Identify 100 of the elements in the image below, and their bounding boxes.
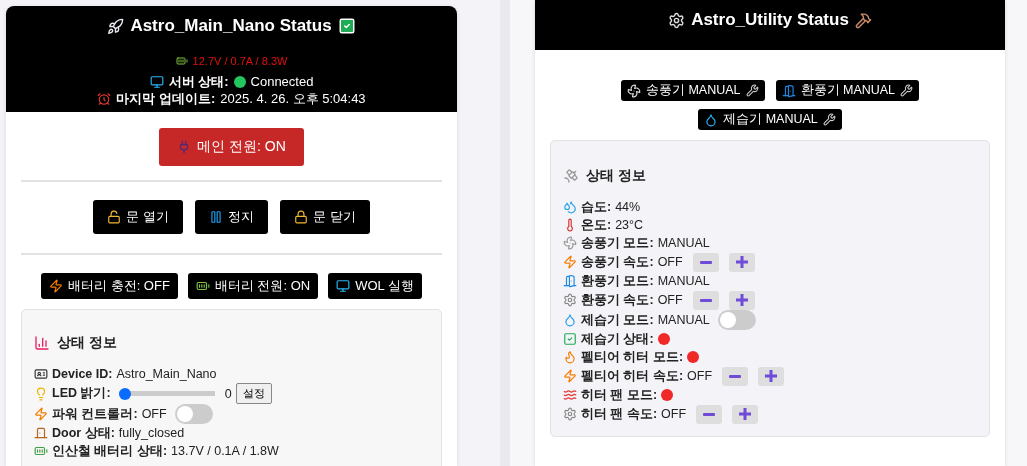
gear-icon — [668, 11, 686, 29]
rocket-icon — [107, 17, 125, 35]
alarm-clock-icon — [97, 91, 112, 106]
panel-heading: 상태 정보 — [586, 167, 646, 185]
door-icon — [34, 426, 48, 440]
power-reading: 12.7V / 0.7A / 8.3W — [192, 55, 288, 67]
power-button[interactable]: WOL 실행 — [328, 273, 422, 299]
monitor-icon — [336, 279, 351, 293]
fan-icon — [563, 236, 577, 250]
gear-icon — [563, 407, 577, 421]
lock-icon — [294, 210, 308, 224]
wrench-icon — [745, 84, 759, 97]
row-label: 펠티어 히터 모드: — [581, 348, 684, 366]
row-value: 44% — [615, 200, 641, 214]
row-value: fully_closed — [118, 426, 185, 440]
row-value: OFF — [657, 255, 683, 269]
decrease-button[interactable] — [692, 252, 719, 272]
wrench-icon — [822, 113, 836, 126]
door-button[interactable]: 문 열기 — [93, 200, 183, 234]
card-title: Astro_Main_Nano Status — [130, 16, 332, 36]
row-label: 제습기 모드: — [581, 311, 654, 329]
row-value: Astro_Main_Nano — [116, 367, 217, 381]
row-value: OFF — [687, 369, 713, 383]
row-label: 온도: — [581, 216, 612, 234]
row-value: OFF — [141, 407, 167, 421]
checkmark-icon — [337, 17, 356, 35]
power-button[interactable]: 배터리 충전: OFF — [41, 273, 178, 299]
mode-badge: 제습기 MANUAL — [698, 109, 842, 130]
battery-icon — [34, 444, 48, 458]
row-value: MANUAL — [657, 313, 710, 327]
row-label: 송풍기 속도: — [581, 253, 654, 271]
satellite-icon — [563, 168, 579, 184]
door-icon — [781, 83, 796, 98]
droplet-icon — [704, 112, 719, 127]
row-label: Device ID: — [52, 367, 113, 381]
unlock-icon — [107, 210, 122, 224]
increase-button[interactable] — [728, 252, 755, 272]
increase-button[interactable] — [758, 366, 785, 386]
flame-icon — [563, 350, 577, 364]
decrease-button[interactable] — [696, 404, 723, 424]
set-button[interactable]: 설정 — [235, 383, 272, 404]
monitor-icon — [149, 74, 164, 89]
heat-waves-icon — [563, 388, 577, 402]
mode-badge: 송풍기 MANUAL — [620, 80, 765, 101]
battery-icon — [175, 55, 188, 67]
mode-badge: 환풍기 MANUAL — [775, 80, 920, 101]
plus-icon — [765, 370, 778, 382]
row-label: 히터 팬 모드: — [581, 386, 658, 404]
row-label: 파워 컨트롤러: — [52, 405, 138, 423]
decrease-button[interactable] — [722, 366, 749, 386]
row-label: 송풍기 모드: — [581, 234, 654, 252]
row-label: 제습기 상태: — [581, 330, 654, 348]
decrease-button[interactable] — [692, 290, 719, 310]
plus-icon — [735, 294, 748, 306]
lightning-icon — [49, 279, 64, 293]
fan-icon — [626, 83, 641, 98]
bar-chart-icon — [34, 335, 50, 351]
slider-thumb[interactable] — [118, 387, 131, 400]
minus-icon — [699, 298, 712, 302]
row-label: 환풍기 속도: — [581, 291, 654, 309]
increase-button[interactable] — [732, 404, 759, 424]
lightning-icon — [563, 369, 577, 383]
pause-icon — [209, 210, 223, 224]
server-label: 서버 상태: — [168, 73, 229, 90]
toggle-switch[interactable] — [174, 404, 213, 424]
update-label: 마지막 업데이트: — [116, 90, 216, 107]
increase-button[interactable] — [728, 290, 755, 310]
minus-icon — [699, 260, 712, 264]
wrench-icon — [900, 84, 914, 97]
lightning-icon — [34, 407, 48, 421]
row-value: 23°C — [615, 218, 644, 232]
row-label: 환풍기 모드: — [581, 272, 654, 290]
main-power-button[interactable]: 메인 전원: ON — [159, 128, 304, 166]
card-title: Astro_Utility Status — [691, 10, 849, 30]
row-value: OFF — [661, 407, 687, 421]
door-button[interactable]: 정지 — [195, 200, 268, 234]
row-label: 습도: — [581, 198, 612, 216]
droplets-icon — [563, 200, 577, 214]
row-value: 0 — [224, 386, 232, 401]
minus-icon — [729, 374, 742, 378]
door-icon — [563, 274, 577, 288]
toggle-switch[interactable] — [717, 310, 756, 330]
gear-icon — [563, 293, 577, 307]
row-label: 펠티어 히터 속도: — [581, 367, 684, 385]
plus-icon — [739, 408, 752, 420]
battery-icon — [195, 279, 210, 293]
tools-icon — [854, 11, 872, 29]
panel-heading: 상태 정보 — [57, 334, 117, 352]
server-status: Connected — [250, 73, 314, 90]
droplet-icon — [563, 313, 577, 327]
checkbox-icon — [563, 332, 577, 346]
plus-icon — [735, 256, 748, 268]
row-value: MANUAL — [657, 236, 710, 250]
power-button[interactable]: 배터리 전원: ON — [187, 273, 319, 299]
row-value: OFF — [657, 293, 683, 307]
minus-icon — [703, 412, 716, 416]
id-card-icon — [34, 367, 48, 381]
door-button[interactable]: 문 닫기 — [280, 200, 370, 234]
row-label: 히터 팬 속도: — [581, 405, 658, 423]
row-label: Door 상태: — [52, 424, 115, 442]
